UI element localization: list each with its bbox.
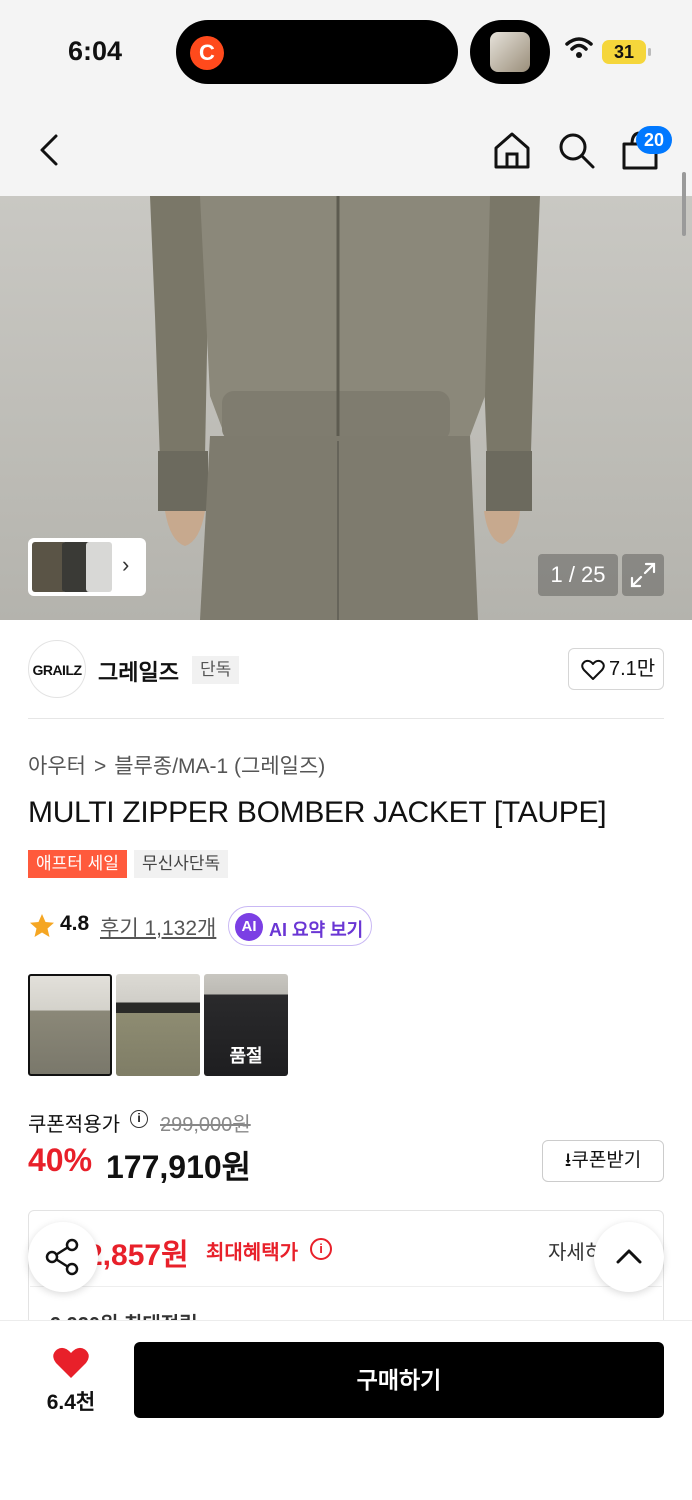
chevron-up-icon — [616, 1249, 642, 1264]
app-icon: C — [190, 36, 224, 70]
sold-out-label: 품절 — [229, 1046, 263, 1066]
image-thumbnails-strip[interactable]: › — [28, 538, 146, 596]
back-arrow-icon[interactable] — [32, 130, 68, 170]
top-nav — [0, 100, 692, 196]
variant-taupe[interactable] — [28, 974, 112, 1076]
cart-count-badge: 20 — [636, 126, 672, 154]
ai-icon: AI — [235, 913, 263, 941]
live-activity-thumbnail — [490, 32, 530, 72]
breadcrumb: 아우터 > 블루종/MA-1 (그레일즈) — [28, 750, 325, 780]
final-price: 177,910원 — [106, 1149, 252, 1185]
breadcrumb-category[interactable]: 아우터 — [28, 755, 86, 778]
status-bar: 6:04 C 31 — [0, 0, 692, 100]
get-coupon-button[interactable]: ⭳쿠폰받기 — [542, 1140, 664, 1182]
thumbnail-image — [32, 542, 66, 592]
expand-icon[interactable] — [622, 554, 664, 596]
home-icon[interactable] — [492, 130, 532, 170]
info-icon[interactable]: i — [130, 1110, 148, 1128]
rating-score: 4.8 — [60, 912, 90, 935]
scroll-indicator — [682, 172, 686, 236]
thumbnail-image — [86, 542, 112, 592]
breadcrumb-separator: > — [93, 755, 107, 778]
original-price: 299,000원 — [160, 1114, 251, 1136]
scroll-top-button[interactable] — [594, 1222, 664, 1292]
buy-button[interactable]: 구매하기 — [134, 1342, 664, 1418]
coupon-price-label: 쿠폰적용가 — [28, 1114, 120, 1136]
battery-indicator: 31 — [602, 40, 651, 64]
share-icon — [45, 1238, 79, 1276]
variant-black-soldout[interactable]: 품절 — [204, 974, 288, 1076]
image-counter: 1 / 25 — [538, 554, 618, 596]
status-time: 6:04 — [68, 36, 123, 66]
brand-like-count: 7.1만 — [609, 658, 656, 680]
review-count-link[interactable]: 후기 1,132개 — [100, 912, 216, 942]
share-button[interactable] — [28, 1222, 98, 1292]
live-activity — [470, 20, 550, 84]
divider — [28, 718, 664, 719]
divider — [30, 1286, 662, 1287]
chevron-right-icon: › — [122, 552, 130, 577]
discount-rate: 40% — [28, 1142, 93, 1178]
brand-logo[interactable]: GRAILZ — [28, 640, 86, 698]
ai-summary-button[interactable]: AI AI 요약 보기 — [228, 906, 372, 946]
search-icon[interactable] — [556, 130, 596, 170]
dynamic-island: C — [176, 20, 458, 84]
wish-count: 6.4천 — [46, 1391, 96, 1414]
brand-exclusive-tag: 단독 — [192, 656, 240, 684]
product-title: MULTI ZIPPER BOMBER JACKET [TAUPE] — [28, 796, 607, 829]
heart-filled-icon[interactable] — [52, 1346, 90, 1380]
heart-outline-icon — [581, 659, 605, 680]
brand-name[interactable]: 그레일즈 — [98, 655, 179, 687]
max-benefit-label: 최대혜택가 — [206, 1242, 298, 1264]
exclusive-tag: 무신사단독 — [134, 850, 229, 878]
wifi-icon — [565, 37, 593, 58]
variant-khaki[interactable] — [116, 974, 200, 1076]
star-icon — [30, 914, 54, 937]
max-benefit-price: 2,857원 — [86, 1239, 189, 1272]
info-icon[interactable]: i — [310, 1238, 332, 1260]
ai-summary-label: AI 요약 보기 — [269, 920, 364, 940]
sale-tag: 애프터 세일 — [28, 850, 127, 878]
breadcrumb-subcategory[interactable]: 블루종/MA-1 (그레일즈) — [114, 755, 325, 778]
brand-like-button[interactable]: 7.1만 — [568, 648, 664, 690]
